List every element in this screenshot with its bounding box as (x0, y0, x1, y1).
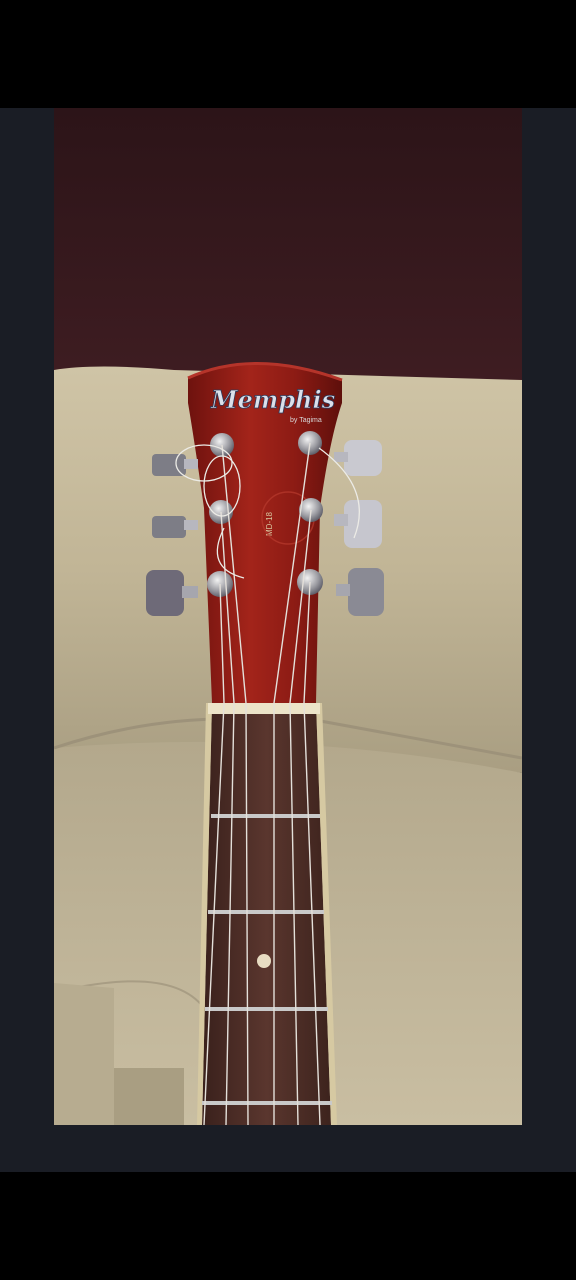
guitar-photo[interactable]: Memphis by Tagima MD-18 (54, 108, 522, 1125)
tuner-key (146, 570, 184, 616)
bottom-black-bar (0, 1172, 576, 1280)
tuner-key (348, 568, 384, 616)
background-wall (54, 108, 522, 393)
tuner-key (152, 516, 186, 538)
fret-inlay-dot (257, 954, 271, 968)
brand-logo-subtext: by Tagima (290, 417, 322, 424)
tuner-key (344, 440, 382, 476)
fretboard (197, 703, 337, 1125)
guitar-nut (208, 703, 320, 714)
brand-logo: Memphis (210, 385, 336, 414)
tuner-key (344, 500, 382, 548)
top-black-bar (0, 0, 576, 108)
